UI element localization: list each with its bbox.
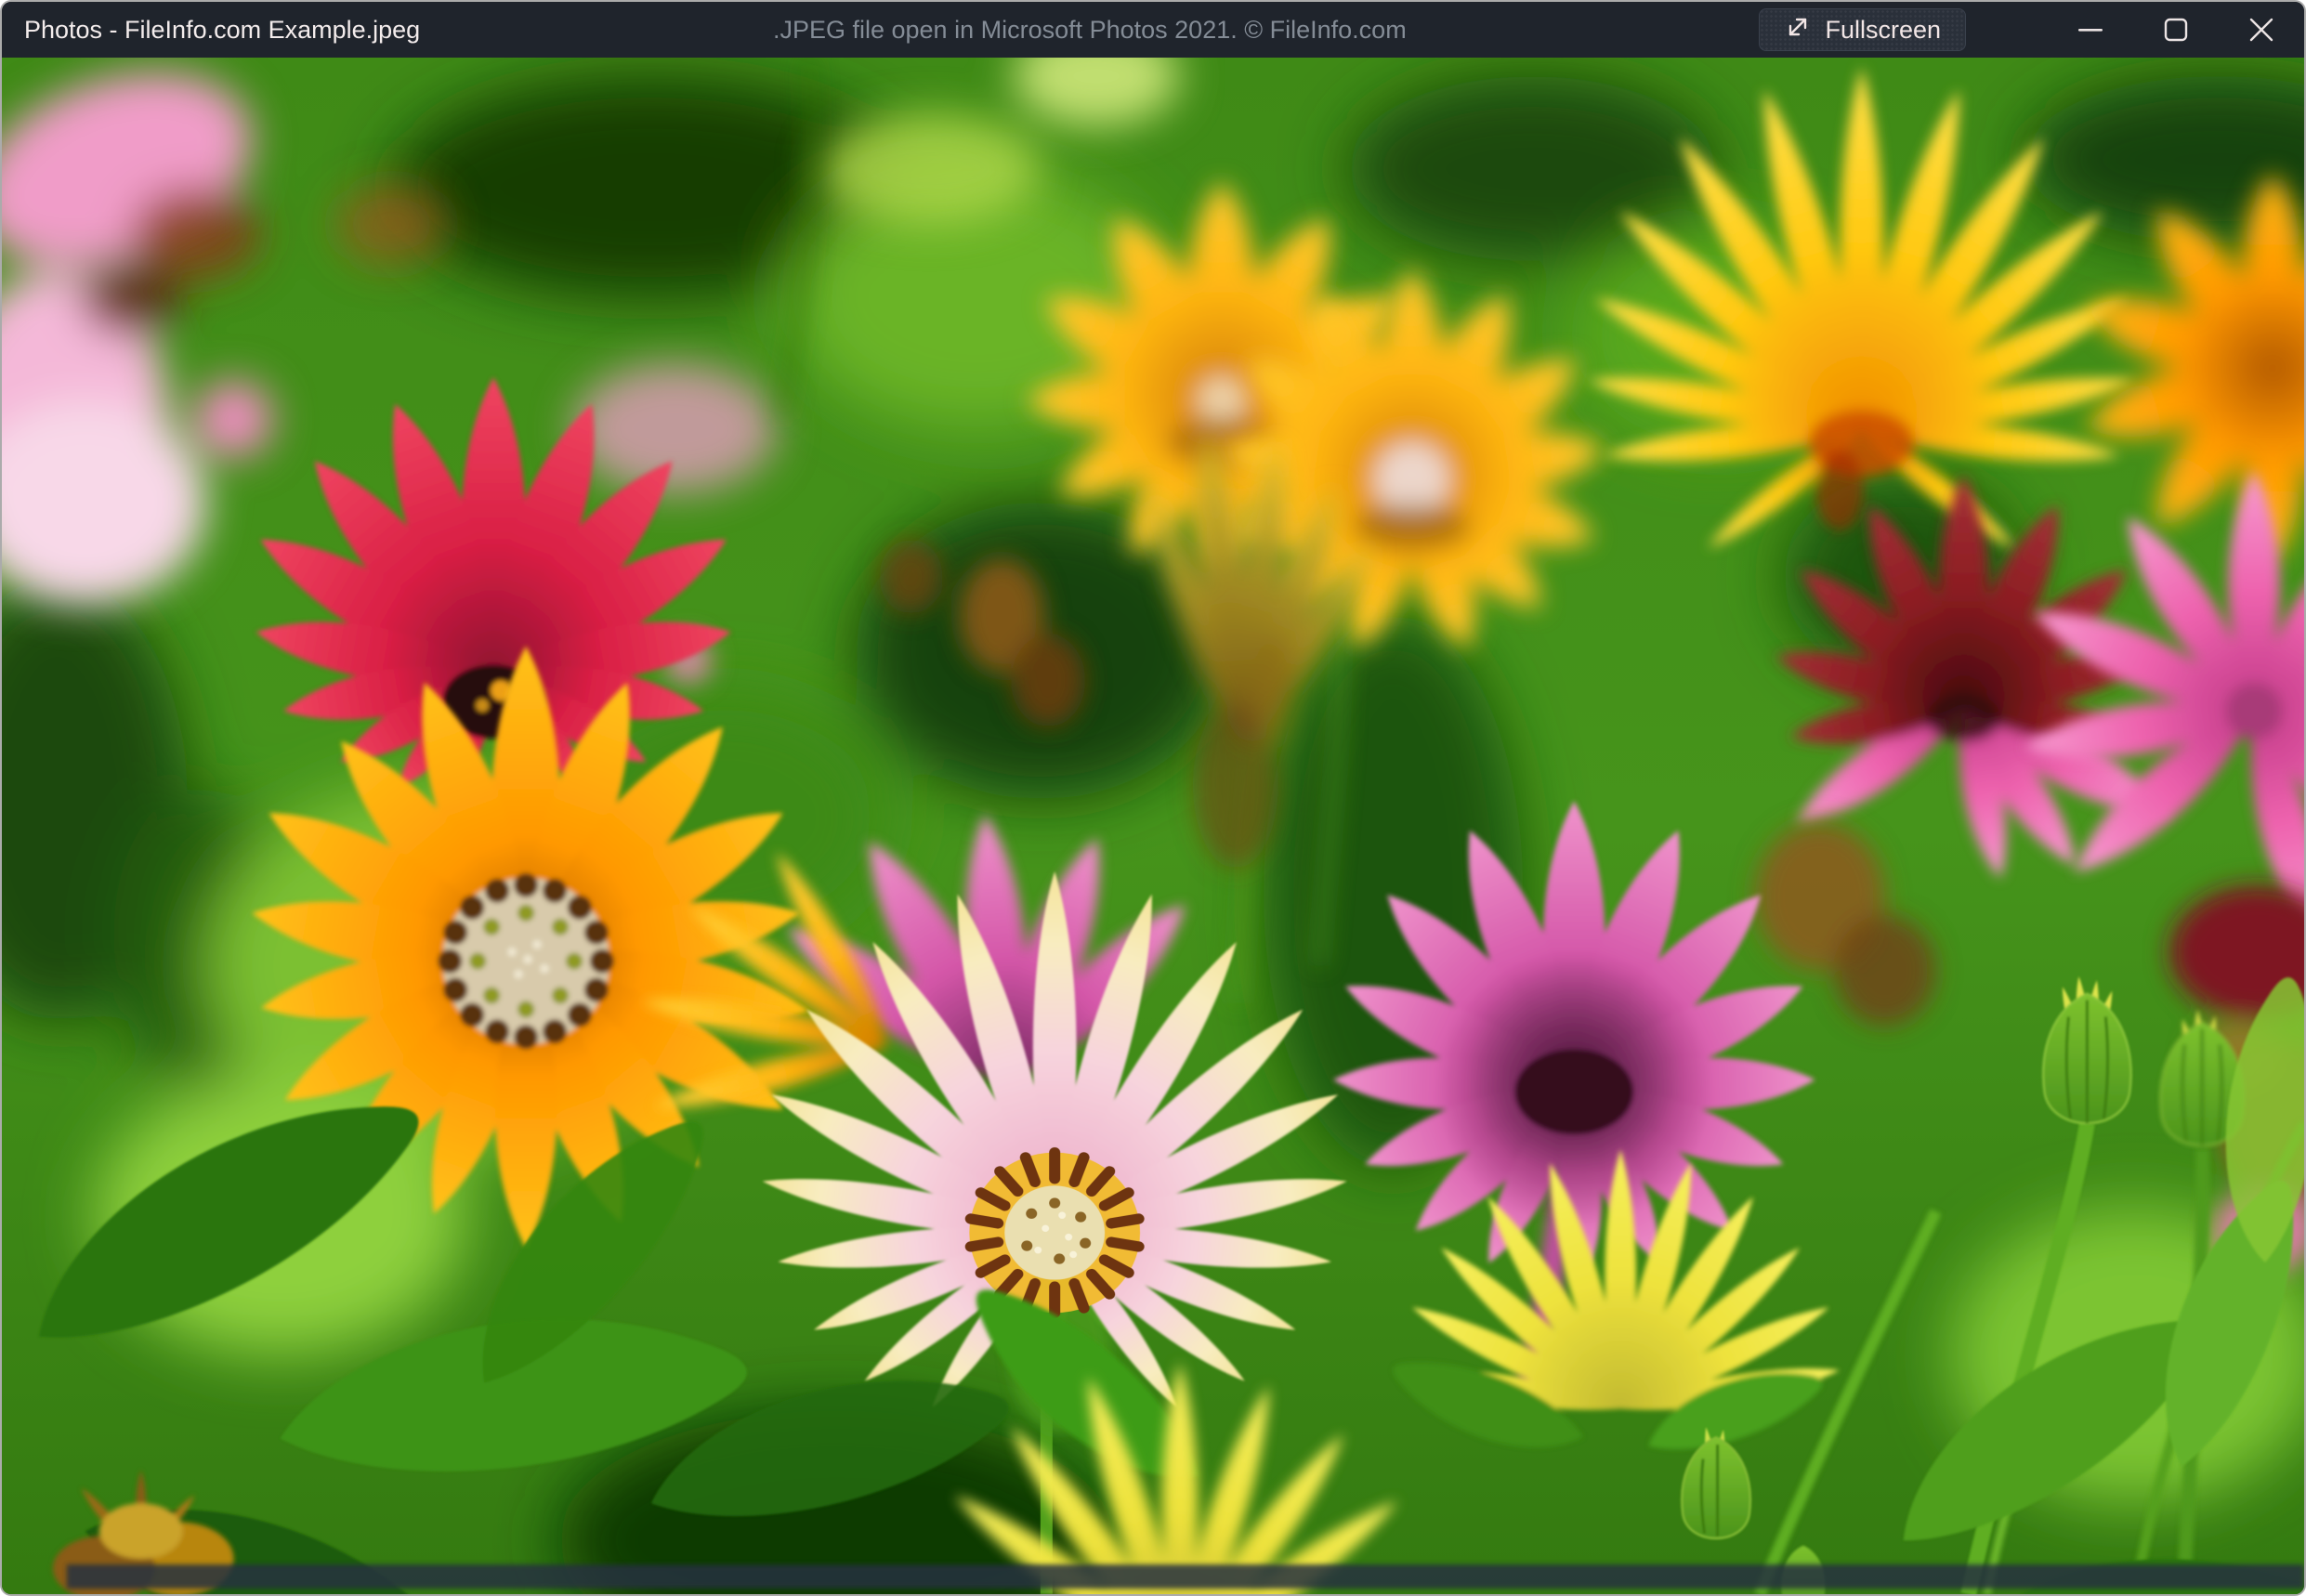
close-icon — [2248, 17, 2274, 43]
maximize-icon — [2163, 17, 2189, 43]
fullscreen-label: Fullscreen — [1825, 16, 1941, 45]
window-controls: Fullscreen — [1759, 2, 2304, 58]
fullscreen-button[interactable]: Fullscreen — [1759, 8, 1966, 51]
diagonal-resize-arrow-icon — [1784, 13, 1812, 47]
titlebar[interactable]: Photos - FileInfo.com Example.jpeg .JPEG… — [2, 2, 2304, 58]
maximize-button[interactable] — [2133, 2, 2219, 58]
photos-app-window: Photos - FileInfo.com Example.jpeg .JPEG… — [0, 0, 2306, 1596]
photo-viewer[interactable] — [2, 58, 2304, 1594]
minimize-button[interactable] — [2048, 2, 2133, 58]
titlebar-caption: .JPEG file open in Microsoft Photos 2021… — [420, 16, 1759, 45]
flower-photo — [2, 58, 2304, 1594]
minimize-icon — [2077, 17, 2103, 43]
close-button[interactable] — [2219, 2, 2304, 58]
window-title: Photos - FileInfo.com Example.jpeg — [2, 16, 420, 45]
